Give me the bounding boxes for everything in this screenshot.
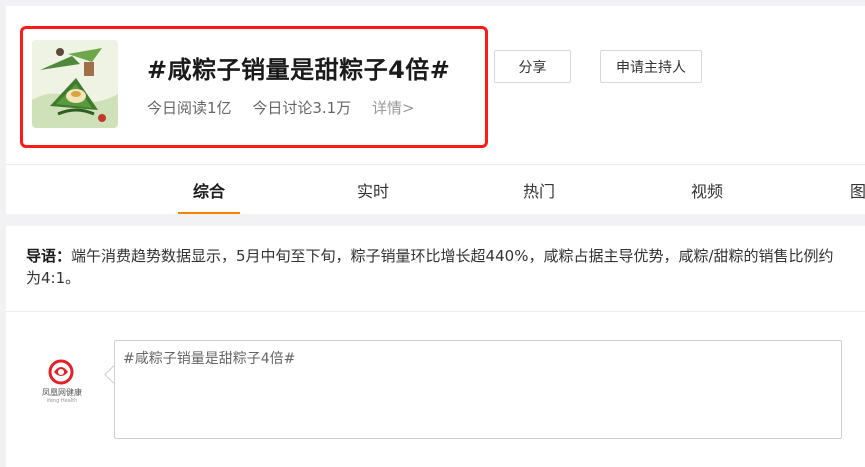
intro-body: 端午消费趋势数据显示，5月中旬至下旬，粽子销量环比增长超440%，咸粽占据主导优…: [26, 247, 834, 287]
topic-highlight-box: [20, 26, 488, 148]
topic-title: #咸粽子销量是甜粽子4倍#: [147, 56, 451, 84]
share-button[interactable]: 分享: [494, 50, 571, 83]
tab-video[interactable]: 视频: [682, 165, 732, 214]
avatar-brand-text: 凤凰网健康: [42, 388, 82, 397]
tab-comprehensive[interactable]: 综合: [178, 165, 240, 214]
apply-host-button[interactable]: 申请主持人: [600, 50, 702, 83]
tab-realtime[interactable]: 实时: [348, 165, 398, 214]
discussion-count: 今日讨论3.1万: [252, 99, 352, 117]
avatar-brand-subtext: ifeng Health: [46, 398, 78, 404]
intro-card: 导语：端午消费趋势数据显示，5月中旬至下旬，粽子销量环比增长超440%，咸粽占据…: [6, 226, 865, 312]
post-input[interactable]: #咸粽子销量是甜粽子4倍#: [114, 340, 842, 439]
avatar[interactable]: 凤凰网健康 ifeng Health: [30, 356, 92, 408]
topic-stats: 今日阅读1亿 今日讨论3.1万 详情>: [147, 97, 415, 118]
read-count: 今日阅读1亿: [147, 99, 232, 117]
tab-image[interactable]: 图: [850, 165, 865, 214]
tab-bar: 综合 实时 热门 视频 图: [6, 164, 865, 214]
tab-hot[interactable]: 热门: [514, 165, 564, 214]
post-composer-area: 凤凰网健康 ifeng Health #咸粽子销量是甜粽子4倍#: [6, 312, 865, 467]
intro-label: 导语：: [26, 247, 72, 265]
intro-text: 导语：端午消费趋势数据显示，5月中旬至下旬，粽子销量环比增长超440%，咸粽占据…: [26, 245, 846, 289]
details-link[interactable]: 详情>: [372, 99, 415, 117]
